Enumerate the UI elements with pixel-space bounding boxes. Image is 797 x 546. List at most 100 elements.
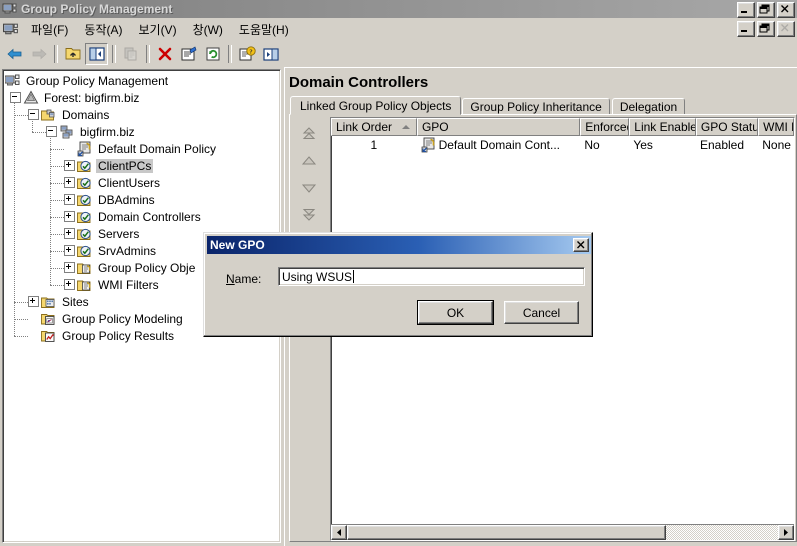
tree-item-clientpcs[interactable]: ClientPCs bbox=[3, 157, 280, 174]
menu-window[interactable]: 창(W) bbox=[185, 18, 231, 41]
tree-item-clientusers[interactable]: ClientUsers bbox=[3, 174, 280, 191]
cancel-button[interactable]: Cancel bbox=[504, 301, 579, 324]
column-header-link-order[interactable]: Link Order bbox=[331, 118, 417, 136]
tree-item-dbadmins[interactable]: DBAdmins bbox=[3, 191, 280, 208]
tab-group-policy-inheritance[interactable]: Group Policy Inheritance bbox=[462, 98, 610, 115]
table-row[interactable]: 1 Default Domain Cont... No Yes Enabled None bbox=[331, 136, 794, 153]
window-controls bbox=[737, 2, 795, 18]
tree-connector bbox=[32, 119, 33, 132]
column-header-gpo[interactable]: GPO bbox=[416, 118, 581, 136]
restore-button[interactable] bbox=[757, 2, 775, 18]
dialog-close-button[interactable] bbox=[573, 238, 589, 252]
close-button[interactable] bbox=[777, 2, 795, 18]
tree-connector bbox=[14, 302, 28, 303]
column-header-wmi-f[interactable]: WMI F bbox=[758, 118, 794, 136]
table-cell: 1 bbox=[331, 136, 417, 153]
expand-icon[interactable] bbox=[64, 279, 75, 290]
copy-icon[interactable] bbox=[119, 43, 142, 65]
tree-connector bbox=[14, 102, 15, 336]
tree-item-group-policy-management[interactable]: Group Policy Management bbox=[3, 72, 280, 89]
delete-icon[interactable] bbox=[153, 43, 176, 65]
tree-connector bbox=[14, 336, 28, 337]
ok-button[interactable]: OK bbox=[417, 300, 494, 325]
tab-label: Linked Group Policy Objects bbox=[300, 98, 452, 113]
horizontal-scrollbar[interactable] bbox=[331, 524, 794, 540]
ou-icon bbox=[77, 209, 93, 225]
wmi-folder-icon bbox=[77, 277, 93, 293]
tab-delegation[interactable]: Delegation bbox=[611, 98, 686, 115]
table-cell: Enabled bbox=[696, 136, 758, 153]
expand-icon[interactable] bbox=[64, 177, 75, 188]
help-icon[interactable]: ? bbox=[235, 43, 258, 65]
child-restore-button[interactable] bbox=[757, 21, 775, 37]
domains-folder-icon bbox=[41, 107, 57, 123]
column-header-enforced[interactable]: Enforced bbox=[580, 118, 630, 136]
expand-icon[interactable] bbox=[64, 245, 75, 256]
move-bottom-icon[interactable] bbox=[300, 208, 318, 222]
expand-icon[interactable] bbox=[64, 211, 75, 222]
scroll-right-icon[interactable] bbox=[778, 525, 794, 540]
listview-header: Link Order GPO Enforced Link Enabled GPO Sta… bbox=[331, 118, 794, 136]
collapse-icon[interactable] bbox=[10, 92, 21, 103]
menu-action[interactable]: 동작(A) bbox=[76, 18, 130, 41]
up-one-level-icon[interactable] bbox=[61, 43, 84, 65]
tree-item-domain-controllers[interactable]: Domain Controllers bbox=[3, 208, 280, 225]
tab-label: Delegation bbox=[619, 99, 678, 114]
column-header-label: Enforced bbox=[585, 120, 630, 134]
scroll-left-icon[interactable] bbox=[331, 525, 347, 540]
scrollbar-thumb[interactable] bbox=[347, 525, 666, 540]
minimize-button[interactable] bbox=[737, 2, 755, 18]
tree-item-label: WMI Filters bbox=[98, 277, 159, 292]
tree-item-label: ClientUsers bbox=[98, 175, 161, 190]
tree-item-label: Group Policy Modeling bbox=[62, 311, 183, 326]
collapse-icon[interactable] bbox=[28, 109, 39, 120]
page-title: Domain Controllers bbox=[289, 74, 429, 91]
expand-icon[interactable] bbox=[64, 160, 75, 171]
move-up-icon[interactable] bbox=[300, 154, 318, 168]
expand-icon[interactable] bbox=[64, 228, 75, 239]
expand-icon[interactable] bbox=[64, 262, 75, 273]
move-down-icon[interactable] bbox=[300, 181, 318, 195]
tree-item-domains[interactable]: Domains bbox=[3, 106, 280, 123]
cell-value: Default Domain Cont... bbox=[438, 137, 560, 152]
child-minimize-button[interactable] bbox=[737, 21, 755, 37]
menu-help[interactable]: 도움말(H) bbox=[231, 18, 297, 41]
tree-item-forest-bigfirm-biz[interactable]: Forest: bigfirm.biz bbox=[3, 89, 280, 106]
group-policy-management-window: Group Policy Management 파일(F) 동작(A) 보기(V… bbox=[0, 0, 797, 546]
column-header-link-enabled[interactable]: Link Enabled bbox=[629, 118, 696, 136]
svg-text:?: ? bbox=[249, 49, 252, 56]
back-icon[interactable] bbox=[3, 43, 26, 65]
tree-connector bbox=[50, 200, 64, 201]
sites-folder-icon bbox=[41, 294, 57, 310]
show-hide-pane-icon[interactable] bbox=[259, 43, 282, 65]
child-close-button[interactable] bbox=[777, 21, 795, 37]
expand-icon[interactable] bbox=[64, 194, 75, 205]
tree-connector bbox=[32, 132, 46, 133]
tree-connector bbox=[50, 149, 64, 150]
menu-view[interactable]: 보기(V) bbox=[130, 18, 184, 41]
menu-file[interactable]: 파일(F) bbox=[23, 18, 76, 41]
scrollbar-track[interactable] bbox=[347, 525, 778, 540]
refresh-icon[interactable] bbox=[201, 43, 224, 65]
tree-item-label: Domain Controllers bbox=[98, 209, 201, 224]
collapse-icon[interactable] bbox=[46, 126, 57, 137]
show-hide-tree-icon[interactable] bbox=[85, 43, 108, 65]
properties-icon[interactable] bbox=[177, 43, 200, 65]
tree-item-label: DBAdmins bbox=[98, 192, 155, 207]
column-header-gpo-status[interactable]: GPO Status bbox=[695, 118, 759, 136]
tree-connector bbox=[50, 268, 64, 269]
move-top-icon[interactable] bbox=[300, 127, 318, 141]
new-gpo-dialog: New GPO Name: Using WSUS OK Cancel bbox=[203, 232, 593, 337]
tree-item-label: Servers bbox=[98, 226, 140, 241]
listview-body: 1 Default Domain Cont... No Yes Enabled None bbox=[331, 136, 794, 153]
tab-linked-group-policy-objects[interactable]: Linked Group Policy Objects bbox=[290, 96, 462, 115]
forward-icon[interactable] bbox=[27, 43, 50, 65]
name-input-value: Using WSUS bbox=[282, 269, 353, 284]
tree-connector bbox=[50, 251, 64, 252]
name-input[interactable]: Using WSUS bbox=[278, 267, 585, 286]
gpo-link-icon bbox=[77, 141, 93, 157]
tree-item-label: bigfirm.biz bbox=[80, 124, 135, 139]
results-icon bbox=[41, 328, 57, 344]
expand-icon[interactable] bbox=[28, 296, 39, 307]
tree-item-default-domain-policy[interactable]: Default Domain Policy bbox=[3, 140, 280, 157]
